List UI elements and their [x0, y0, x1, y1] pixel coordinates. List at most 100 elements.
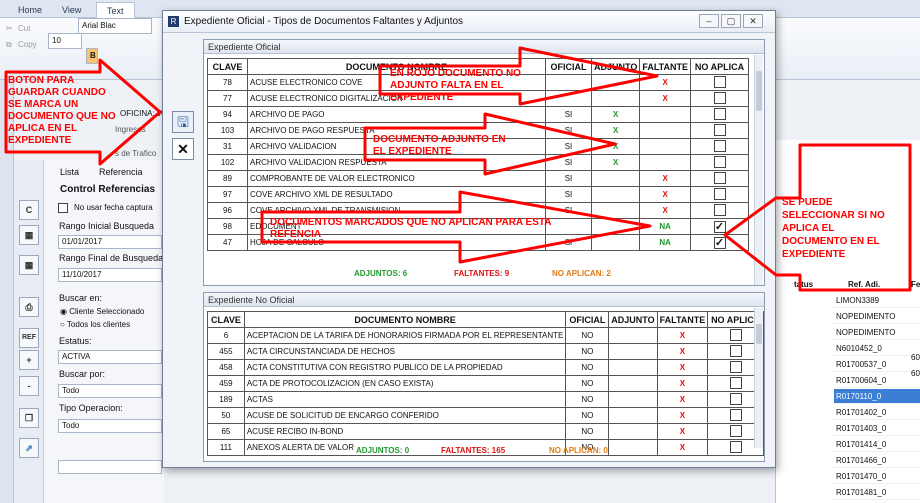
list-item[interactable]: R01701402_0	[834, 405, 920, 420]
c-button[interactable]: C	[19, 200, 39, 220]
save-button[interactable]: 🖫	[172, 111, 194, 133]
table-row[interactable]: 6 ACEPTACION DE LA TARIFA DE HONORARIOS F…	[207, 327, 764, 344]
oficial-cell: NO	[565, 391, 610, 408]
ingresos-tab[interactable]: Ingresos	[115, 125, 146, 134]
adjunto-cell	[608, 391, 658, 408]
bottom-input[interactable]	[58, 460, 162, 474]
no-aplica-checkbox[interactable]	[729, 360, 742, 373]
close-window-icon[interactable]: ✕	[743, 14, 763, 28]
adjunto-cell	[608, 439, 658, 456]
rango-inicial-field[interactable]: 01/01/2017	[58, 235, 162, 249]
no-aplica-checkbox[interactable]	[729, 328, 742, 341]
ref-button[interactable]: REF	[19, 328, 39, 348]
table-row[interactable]: 455 ACTA CIRCUNSTANCIADA DE HECHOS NO X	[207, 343, 764, 360]
todos-clientes-radio[interactable]: ○ Todos los clientes	[60, 320, 130, 329]
copy-doc-button[interactable]: ❐	[19, 408, 39, 428]
table-row[interactable]: 65 ACUSE RECIBO IN-BOND NO X	[207, 423, 764, 440]
table-row[interactable]: 94 ARCHIVO DE PAGO SI X	[207, 106, 750, 123]
estatus-select[interactable]: ACTIVA	[58, 350, 162, 364]
add-button[interactable]: +	[19, 350, 39, 370]
buscar-por-label: Buscar por:	[59, 369, 106, 379]
font-size-select[interactable]: 10	[48, 33, 82, 49]
maximize-icon[interactable]: ▢	[721, 14, 741, 28]
list-item[interactable]: R01701470_0	[834, 469, 920, 484]
table-row[interactable]: 459 ACTA DE PROTOCOLIZACION (EN CASO EXIS…	[207, 375, 764, 392]
list-item[interactable]: R01701414_0	[834, 437, 920, 452]
note-seleccionar: SE PUEDE SELECCIONAR SI NO APLICA EL DOC…	[782, 197, 885, 260]
oficial-cell: SI	[545, 170, 592, 187]
no-aplica-checkbox[interactable]	[713, 91, 726, 104]
no-aplica-checkbox[interactable]	[713, 187, 726, 200]
column-header-no_aplica: NO APLICA	[690, 58, 750, 75]
no-aplica-checkbox[interactable]: ✓	[713, 236, 726, 249]
cut-button[interactable]: Cut	[18, 24, 30, 33]
no-usar-fecha-checkbox[interactable]	[58, 203, 68, 213]
no-aplica-checkbox[interactable]	[713, 203, 726, 216]
no-aplica-cell	[690, 154, 750, 171]
no-aplica-checkbox[interactable]	[729, 440, 742, 453]
adjunto-cell: X	[590, 154, 641, 171]
tipo-operacion-select[interactable]: Todo	[58, 419, 162, 433]
tab-home[interactable]: Home	[8, 2, 52, 18]
calendar-button[interactable]: ▦	[19, 225, 39, 245]
list-item[interactable]: NOPEDIMENTO	[834, 309, 920, 324]
list-item[interactable]: NOPEDIMENTO	[834, 325, 920, 340]
copy-button[interactable]: Copy	[18, 40, 37, 49]
nombre-cell: ACUSE RECIBO IN-BOND	[243, 423, 567, 440]
export-button[interactable]: ⇗	[19, 438, 39, 458]
cliente-seleccionado-radio[interactable]: ◉ Cliente Seleccionado	[60, 307, 144, 316]
nombre-cell: ACTA DE PROTOCOLIZACION (EN CASO EXISTA)	[243, 375, 567, 392]
list-item[interactable]: R01700537_0	[834, 357, 920, 372]
list-item[interactable]: R01700604_0	[834, 373, 920, 388]
buscar-por-select[interactable]: Todo	[58, 384, 162, 398]
list-item[interactable]: R01701403_0	[834, 421, 920, 436]
expediente-no-oficial-section: Expediente No Oficial CLAVE DOCUMENTO NOM…	[203, 292, 765, 462]
no-aplica-checkbox[interactable]	[713, 139, 726, 152]
copy-icon[interactable]: ⧉	[6, 40, 12, 50]
cancel-button[interactable]: ✕	[172, 138, 194, 160]
no-aplica-checkbox[interactable]	[729, 424, 742, 437]
scrollbar[interactable]	[754, 308, 763, 448]
list-item[interactable]: R01701466_0	[834, 453, 920, 468]
faltantes-count: FALTANTES: 9	[454, 269, 510, 278]
rango-final-field[interactable]: 11/10/2017	[58, 268, 162, 282]
remove-button[interactable]: -	[19, 376, 39, 396]
oficial-cell: SI	[545, 106, 592, 123]
no-aplica-checkbox[interactable]	[713, 107, 726, 120]
calendar2-button[interactable]: ▦	[19, 255, 39, 275]
tab-referencia[interactable]: Referencia	[99, 167, 143, 177]
no-aplica-checkbox[interactable]	[729, 408, 742, 421]
table-row[interactable]: 97 COVE ARCHIVO XML DE RESULTADO SI X	[207, 186, 750, 203]
clave-cell: 78	[207, 74, 248, 91]
tab-lista[interactable]: Lista	[60, 167, 79, 177]
no-aplica-cell	[690, 186, 750, 203]
minimize-icon[interactable]: –	[699, 14, 719, 28]
no-aplica-checkbox[interactable]	[729, 376, 742, 389]
tab-view[interactable]: View	[52, 2, 91, 18]
no-aplica-checkbox[interactable]	[729, 392, 742, 405]
trafico-tab[interactable]: s de Trafico	[115, 149, 156, 158]
tab-text[interactable]: Text	[96, 2, 135, 18]
adjunto-cell	[608, 359, 658, 376]
no-aplica-checkbox[interactable]: ✓	[713, 220, 726, 233]
font-name-select[interactable]: Arial Blac	[78, 18, 152, 34]
bold-button[interactable]: B	[86, 48, 98, 64]
table-row[interactable]: 50 ACUSE DE SOLICITUD DE ENCARGO CONFERID…	[207, 407, 764, 424]
print-button[interactable]: ⎙	[19, 297, 39, 317]
no-aplica-checkbox[interactable]	[713, 171, 726, 184]
clave-cell: 455	[207, 343, 245, 360]
list-item[interactable]: R01701481_0	[834, 485, 920, 500]
faltante-cell: X	[656, 375, 709, 392]
list-item[interactable]: N6010452_0	[834, 341, 920, 356]
table-row[interactable]: 189 ACTAS NO X	[207, 391, 764, 408]
list-item[interactable]: R0170110_0	[834, 389, 920, 404]
list-item[interactable]: LIMON3389	[834, 293, 920, 308]
table-row[interactable]: 458 ACTA CONSTITUTIVA CON REGISTRO PUBLIC…	[207, 359, 764, 376]
no-aplica-checkbox[interactable]	[713, 123, 726, 136]
scrollbar[interactable]	[754, 55, 763, 285]
no-aplica-checkbox[interactable]	[729, 344, 742, 357]
cut-icon[interactable]: ✂	[6, 24, 13, 33]
table-row[interactable]: 89 COMPROBANTE DE VALOR ELECTRONICO SI X	[207, 170, 750, 187]
no-aplica-checkbox[interactable]	[713, 75, 726, 88]
no-aplica-checkbox[interactable]	[713, 155, 726, 168]
